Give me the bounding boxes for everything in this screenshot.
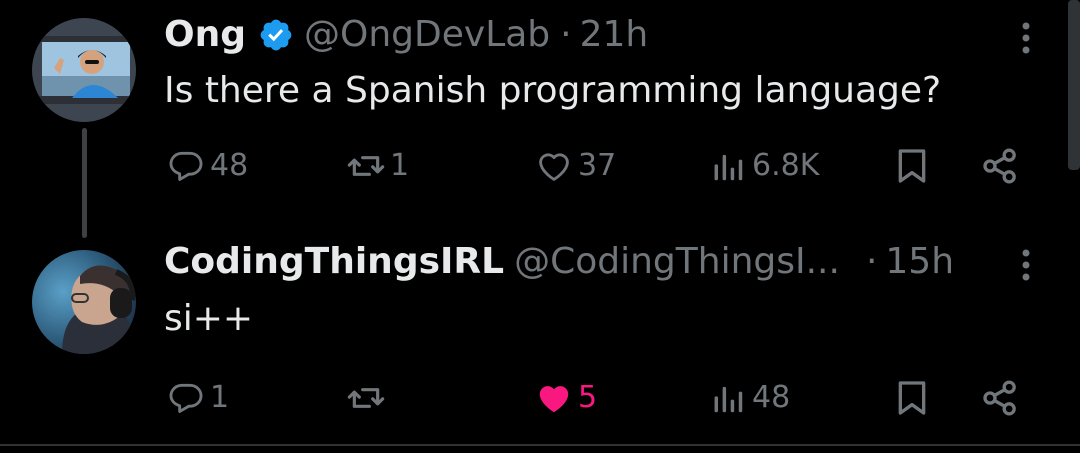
like-count: 37 <box>578 148 617 183</box>
share-nodes-icon <box>980 146 1020 186</box>
post-time[interactable]: 15h <box>885 240 954 284</box>
divider <box>0 444 1080 446</box>
repost-arrows-icon <box>346 146 386 186</box>
views-count: 6.8K <box>752 148 820 183</box>
bar-chart-icon <box>708 378 748 418</box>
reply-button[interactable]: 48 <box>166 146 248 186</box>
more-vertical-icon[interactable] <box>1016 18 1036 58</box>
reply-count: 48 <box>210 148 249 183</box>
bar-chart-icon <box>708 146 748 186</box>
avatar[interactable] <box>32 250 136 354</box>
views-button[interactable]: 6.8K <box>708 146 819 186</box>
author-handle[interactable]: @OngDevLab <box>304 13 550 57</box>
post-codingthingsirl[interactable]: CodingThingsIRL @CodingThingsI... · 15h … <box>0 226 1068 444</box>
share-button[interactable] <box>980 146 1020 186</box>
heart-icon <box>534 378 574 418</box>
reply-bubble-icon <box>166 378 206 418</box>
post-header: Ong @OngDevLab · 21h <box>164 13 648 57</box>
repost-button[interactable] <box>346 378 390 418</box>
post-text: si++ <box>164 298 254 339</box>
reply-count: 1 <box>210 380 230 415</box>
post-ong[interactable]: Ong @OngDevLab · 21h Is there a Spanish … <box>0 0 1068 226</box>
author-name[interactable]: CodingThingsIRL <box>164 240 504 284</box>
reply-button[interactable]: 1 <box>166 378 229 418</box>
reply-bubble-icon <box>166 146 206 186</box>
share-button[interactable] <box>980 378 1020 418</box>
heart-icon <box>534 146 574 186</box>
post-time[interactable]: 21h <box>580 13 649 57</box>
views-count: 48 <box>752 380 791 415</box>
bookmark-icon <box>892 378 932 418</box>
author-handle[interactable]: @CodingThingsI... <box>514 240 840 284</box>
repost-count: 1 <box>390 148 410 183</box>
like-count: 5 <box>578 380 598 415</box>
more-vertical-icon[interactable] <box>1016 245 1036 285</box>
separator-dot: · <box>865 241 878 282</box>
scrollbar-thumb[interactable] <box>1068 0 1080 170</box>
avatar[interactable] <box>32 18 136 122</box>
repost-arrows-icon <box>346 378 386 418</box>
bookmark-button[interactable] <box>892 378 932 418</box>
bookmark-icon <box>892 146 932 186</box>
share-nodes-icon <box>980 378 1020 418</box>
verified-badge-icon[interactable] <box>258 17 294 53</box>
conversation-thread: Ong @OngDevLab · 21h Is there a Spanish … <box>0 0 1080 453</box>
bookmark-button[interactable] <box>892 146 932 186</box>
repost-button[interactable]: 1 <box>346 146 409 186</box>
post-header: CodingThingsIRL @CodingThingsI... · 15h <box>164 240 954 284</box>
author-name[interactable]: Ong <box>164 13 246 57</box>
like-button[interactable]: 5 <box>534 378 597 418</box>
separator-dot: · <box>560 14 572 55</box>
like-button[interactable]: 37 <box>534 146 616 186</box>
post-text: Is there a Spanish programming language? <box>164 70 942 111</box>
views-button[interactable]: 48 <box>708 378 790 418</box>
